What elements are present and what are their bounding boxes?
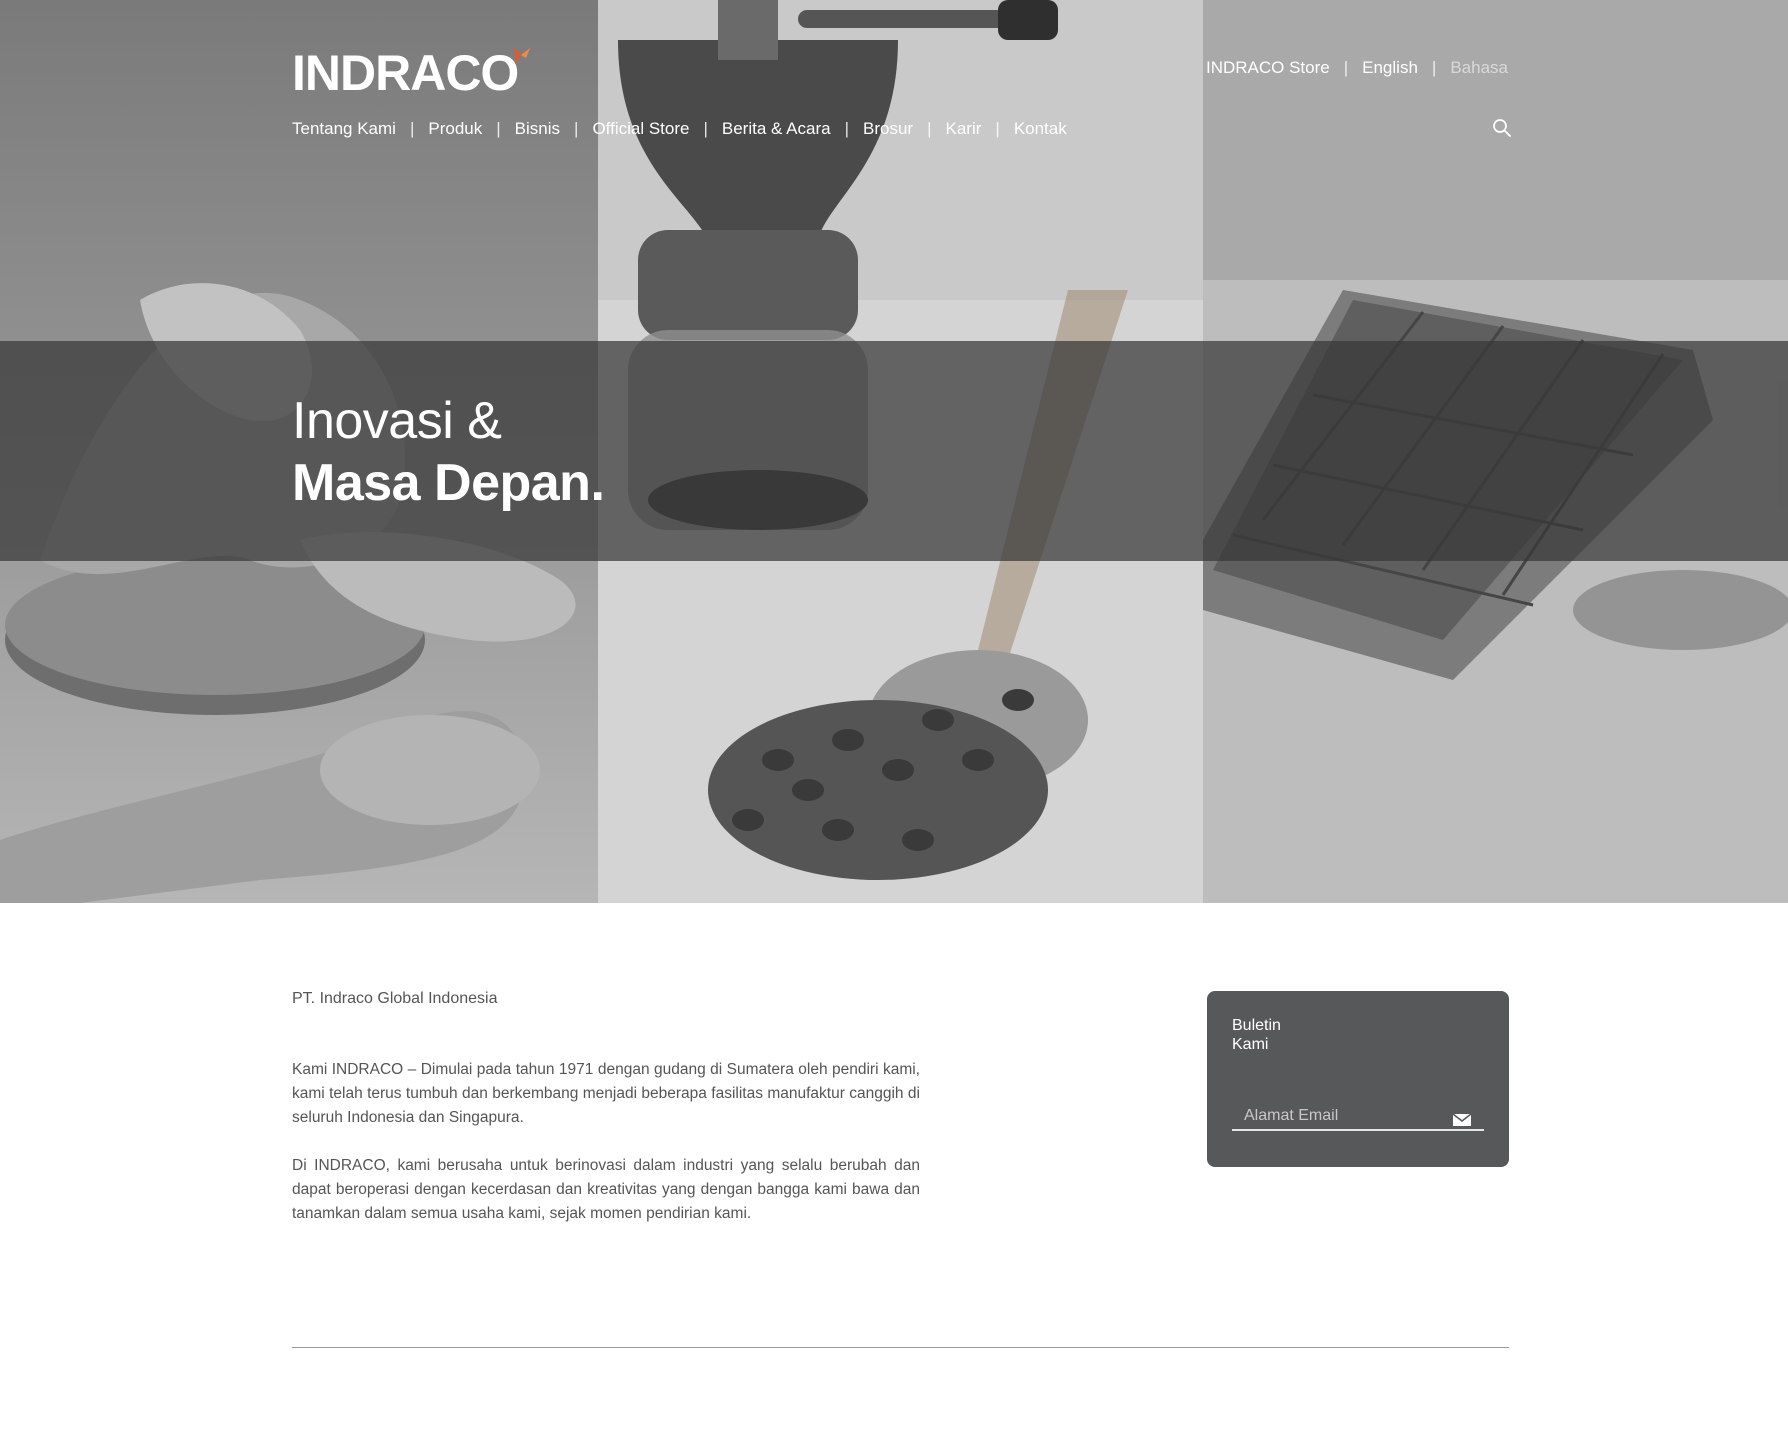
newsletter-box: Buletin Kami — [1207, 991, 1509, 1167]
company-name: PT. Indraco Global Indonesia — [292, 990, 498, 1007]
nav-item-kontak[interactable]: Kontak — [1014, 119, 1067, 139]
hero-tagline-line1: Inovasi & — [292, 392, 502, 450]
separator: | — [574, 119, 579, 138]
search-icon[interactable] — [1492, 118, 1512, 138]
separator: | — [1431, 58, 1437, 77]
newsletter-email-input[interactable] — [1232, 1109, 1484, 1131]
nav-item-bisnis[interactable]: Bisnis — [515, 119, 560, 139]
hero-banner: Inovasi & Masa Depan. INDRACO INDRACO St… — [0, 0, 1788, 903]
separator: | — [927, 119, 932, 138]
link-indraco-store[interactable]: INDRACO Store — [1206, 58, 1330, 78]
about-paragraph-2: Di INDRACO, kami berusaha untuk berinova… — [292, 1157, 920, 1222]
separator: | — [703, 119, 708, 138]
logo[interactable]: INDRACO — [292, 48, 532, 98]
logo-text: INDRACO — [292, 45, 519, 101]
nav-item-brosur[interactable]: Brosur — [863, 119, 913, 139]
separator: | — [844, 119, 849, 138]
logo-mark-icon — [514, 48, 531, 64]
hero-overlay-band — [0, 341, 1788, 561]
separator: | — [409, 119, 415, 138]
hero-tagline: Inovasi & Masa Depan. — [292, 390, 605, 514]
top-links: INDRACO Store | English | Bahasa — [1206, 58, 1508, 78]
footer-divider — [292, 1347, 1509, 1348]
newsletter-title: Buletin Kami — [1232, 1017, 1281, 1053]
nav-item-karir[interactable]: Karir — [945, 119, 981, 139]
nav-item-produk[interactable]: Produk — [428, 119, 482, 139]
nav-item-tentang-kami[interactable]: Tentang Kami — [292, 119, 396, 139]
separator: | — [496, 119, 501, 138]
separator: | — [1343, 58, 1349, 77]
main-nav: Tentang Kami | Produk | Bisnis | Officia… — [292, 119, 1067, 139]
separator: | — [995, 119, 1000, 138]
envelope-icon[interactable] — [1452, 1112, 1472, 1128]
hero-tagline-line2: Masa Depan. — [292, 454, 605, 512]
link-language-english[interactable]: English — [1362, 58, 1418, 78]
nav-item-berita-acara[interactable]: Berita & Acara — [722, 119, 831, 139]
about-paragraph-1: Kami INDRACO – Dimulai pada tahun 1971 d… — [292, 1061, 920, 1126]
nav-item-official-store[interactable]: Official Store — [592, 119, 689, 139]
link-language-bahasa[interactable]: Bahasa — [1450, 58, 1508, 78]
